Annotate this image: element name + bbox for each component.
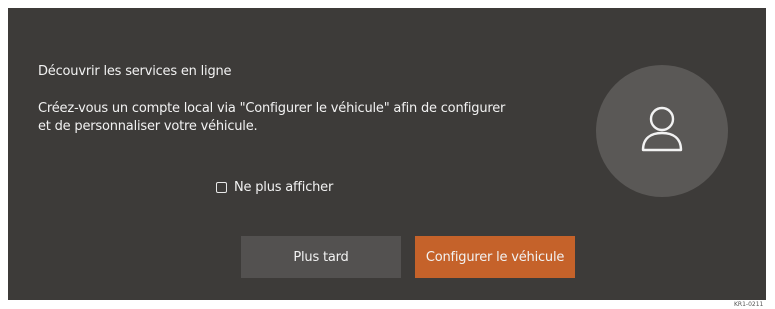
dialog-message: Créez-vous un compte local via "Configur… xyxy=(38,101,506,134)
later-button[interactable]: Plus tard xyxy=(241,236,401,278)
onboarding-dialog: Découvrir les services en ligne Créez-vo… xyxy=(8,8,766,300)
dont-show-again-label: Ne plus afficher xyxy=(234,179,334,195)
configure-vehicle-button[interactable]: Configurer le véhicule xyxy=(415,236,575,278)
dialog-title: Découvrir les services en ligne xyxy=(38,64,232,79)
figure-code: KR1-0211 xyxy=(734,301,764,308)
user-icon xyxy=(641,106,683,152)
dont-show-again-option[interactable]: Ne plus afficher xyxy=(216,178,333,196)
dont-show-again-checkbox[interactable] xyxy=(216,181,227,193)
avatar xyxy=(596,65,728,197)
